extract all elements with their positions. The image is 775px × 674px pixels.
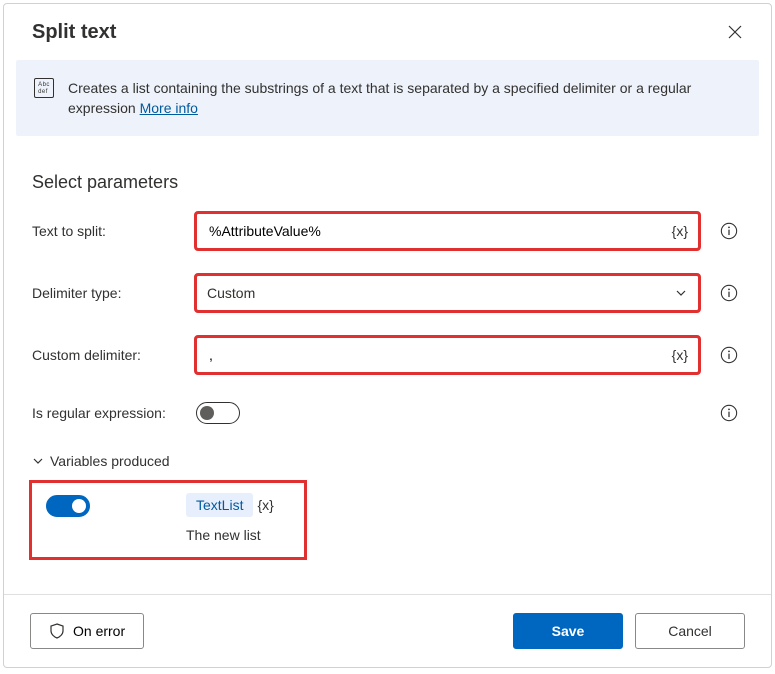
info-custom-delimiter[interactable]: [715, 341, 743, 369]
variable-chip[interactable]: TextList: [186, 493, 253, 517]
banner-text: Creates a list containing the substrings…: [68, 78, 735, 118]
chevron-down-icon: [32, 455, 44, 467]
variable-description: The new list: [186, 527, 274, 543]
split-text-dialog: Split text Abc def Creates a list contai…: [3, 3, 772, 668]
on-error-button[interactable]: On error: [30, 613, 144, 649]
variables-produced-section: Variables produced TextList {x} The new …: [32, 453, 743, 557]
variables-produced-label: Variables produced: [50, 453, 170, 469]
more-info-link[interactable]: More info: [140, 100, 198, 116]
info-icon: [720, 284, 738, 302]
insert-variable-icon[interactable]: {x}: [672, 347, 688, 363]
custom-delimiter-input[interactable]: {x}: [196, 337, 699, 373]
close-button[interactable]: [721, 18, 749, 46]
variables-produced-toggle[interactable]: Variables produced: [32, 453, 743, 469]
variable-enable-toggle[interactable]: [46, 495, 90, 517]
section-title: Select parameters: [32, 172, 743, 193]
dialog-footer: On error Save Cancel: [4, 594, 771, 667]
info-banner: Abc def Creates a list containing the su…: [16, 60, 759, 136]
info-icon: [720, 404, 738, 422]
param-text-to-split: Text to split: {x}: [32, 213, 743, 249]
custom-delimiter-field[interactable]: [207, 346, 672, 364]
info-icon: [720, 222, 738, 240]
info-icon: [720, 346, 738, 364]
insert-variable-icon[interactable]: {x}: [257, 497, 273, 513]
text-to-split-field[interactable]: [207, 222, 672, 240]
insert-variable-icon[interactable]: {x}: [672, 223, 688, 239]
param-is-regex: Is regular expression:: [32, 399, 743, 427]
label-delimiter-type: Delimiter type:: [32, 285, 188, 301]
action-glyph-icon: Abc def: [34, 78, 54, 98]
dialog-body: Select parameters Text to split: {x} Del…: [4, 136, 771, 594]
chevron-down-icon: [674, 286, 688, 300]
variable-row: TextList {x} The new list: [32, 483, 304, 557]
text-to-split-input[interactable]: {x}: [196, 213, 699, 249]
param-delimiter-type: Delimiter type: Custom: [32, 275, 743, 311]
param-custom-delimiter: Custom delimiter: {x}: [32, 337, 743, 373]
delimiter-type-select[interactable]: Custom: [196, 275, 699, 311]
is-regex-toggle[interactable]: [196, 402, 240, 424]
delimiter-type-value: Custom: [207, 285, 255, 301]
variable-name-row: TextList {x}: [186, 493, 274, 517]
label-custom-delimiter: Custom delimiter:: [32, 347, 188, 363]
close-icon: [727, 24, 743, 40]
save-button[interactable]: Save: [513, 613, 623, 649]
info-is-regex[interactable]: [715, 399, 743, 427]
info-text-to-split[interactable]: [715, 217, 743, 245]
dialog-title: Split text: [32, 21, 116, 44]
dialog-header: Split text: [4, 4, 771, 56]
info-delimiter-type[interactable]: [715, 279, 743, 307]
shield-icon: [49, 623, 65, 639]
label-is-regex: Is regular expression:: [32, 405, 188, 421]
label-text-to-split: Text to split:: [32, 223, 188, 239]
cancel-button[interactable]: Cancel: [635, 613, 745, 649]
